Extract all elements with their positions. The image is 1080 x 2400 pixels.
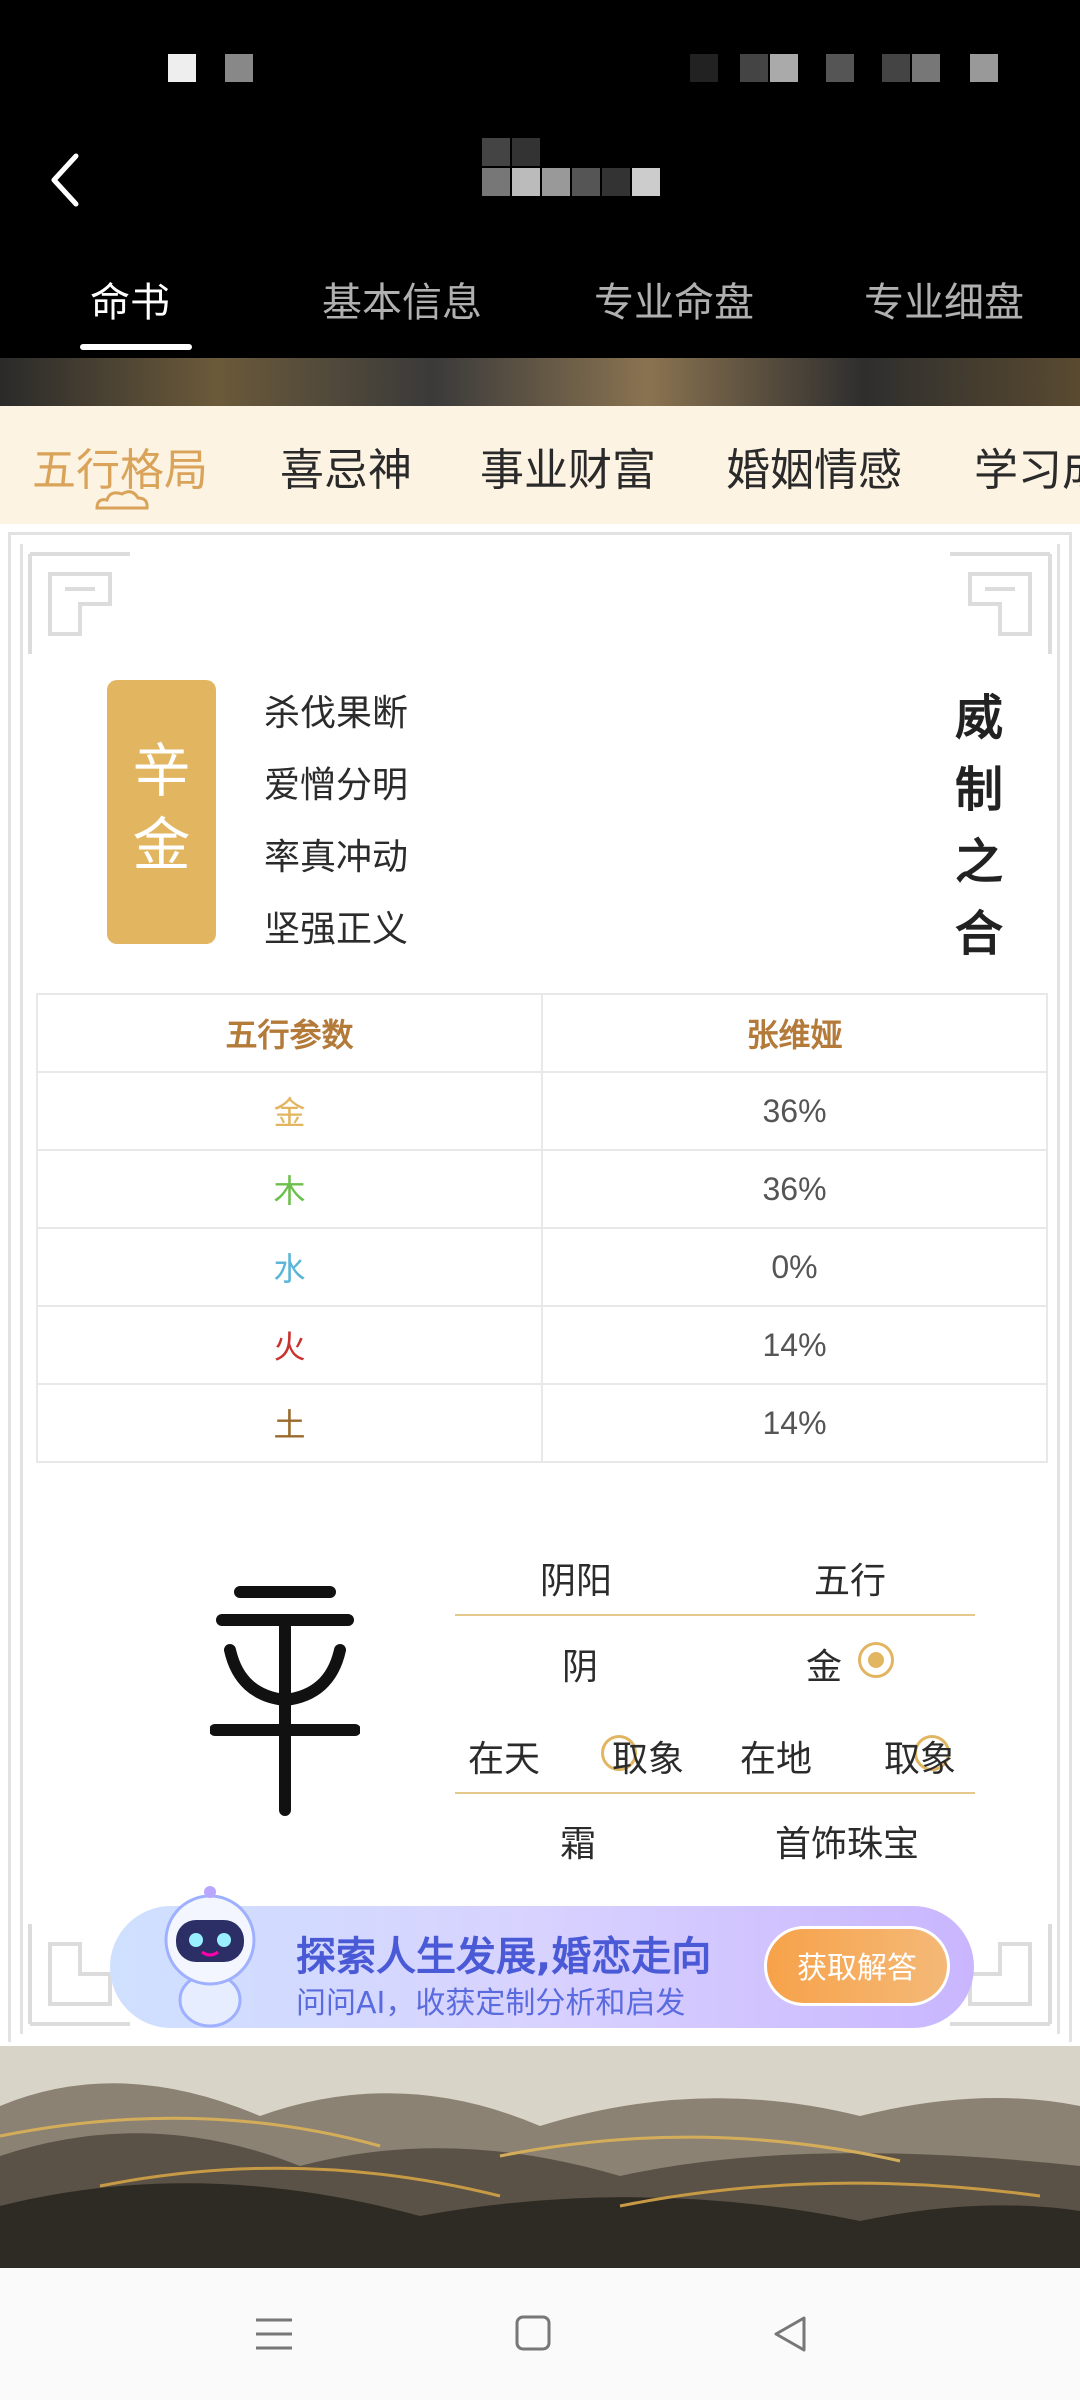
- home-icon[interactable]: [514, 2314, 552, 2352]
- table-row: 水 0%: [36, 1227, 1048, 1307]
- element-cell: 水: [36, 1227, 543, 1307]
- corner-ornament: [28, 552, 130, 654]
- subtab-xijishen[interactable]: 喜忌神: [280, 434, 412, 498]
- element-cell: 木: [36, 1149, 543, 1229]
- ai-banner-title: 探索人生发展,婚恋走向: [296, 1934, 712, 1980]
- menu-icon[interactable]: [254, 2314, 294, 2354]
- subtab-career[interactable]: 事业财富: [480, 434, 656, 498]
- divider: [455, 1792, 975, 1794]
- seal-char: 制: [954, 762, 1003, 818]
- tab-pro-detail[interactable]: 专业细盘: [864, 270, 1024, 328]
- badge-char: 金: [132, 811, 191, 879]
- column-header: 五行参数: [36, 993, 543, 1073]
- percent-cell: 0%: [541, 1227, 1048, 1307]
- status-icon: [770, 54, 798, 82]
- table-row: 火 14%: [36, 1305, 1048, 1385]
- tab-basic-info[interactable]: 基本信息: [322, 270, 482, 328]
- system-nav-bar: [0, 2268, 1080, 2400]
- sky-action[interactable]: 取象: [612, 1730, 684, 1782]
- sub-tabs: 五行格局 喜忌神 事业财富 婚姻情感 学习成: [0, 406, 1080, 524]
- decorative-strip: [0, 358, 1080, 406]
- status-icon: [826, 54, 854, 82]
- trait-text: 坚强正义: [264, 909, 409, 950]
- column-header: 张维娅: [541, 993, 1048, 1073]
- table-row: 金 36%: [36, 1071, 1048, 1151]
- trait-text: 杀伐果断: [264, 693, 409, 734]
- status-icon: [690, 54, 718, 82]
- corner-ornament: [950, 552, 1052, 654]
- subtab-study[interactable]: 学习成: [974, 434, 1080, 498]
- divider: [455, 1614, 975, 1616]
- trait-text: 率真冲动: [264, 837, 409, 878]
- main-tabs: 命书 基本信息 专业命盘 专业细盘: [0, 258, 1080, 358]
- status-icon: [168, 54, 196, 82]
- active-tab-indicator: [80, 344, 192, 350]
- landscape-painting: [0, 2046, 1080, 2268]
- get-answer-button[interactable]: 获取解答: [764, 1926, 950, 2006]
- sky-label: 在天: [468, 1739, 541, 1780]
- status-icon: [225, 54, 253, 82]
- yinyang-value: 阴: [562, 1647, 599, 1688]
- earth-label: 在地: [740, 1739, 813, 1780]
- badge-char: 辛: [132, 737, 191, 805]
- back-nav-icon[interactable]: [770, 2314, 810, 2354]
- status-icon: [882, 54, 910, 82]
- table-header-row: 五行参数 张维娅: [36, 993, 1048, 1073]
- table-row: 土 14%: [36, 1383, 1048, 1463]
- tab-pro-chart[interactable]: 专业命盘: [594, 270, 754, 328]
- status-icon: [912, 54, 940, 82]
- ai-banner-subtitle: 问问AI，收获定制分析和启发: [296, 1986, 686, 2021]
- wuxing-radio[interactable]: [858, 1642, 894, 1678]
- yinyang-label: 阴阳: [540, 1561, 613, 1602]
- day-master-badge: 辛 金: [107, 680, 216, 944]
- table-row: 木 36%: [36, 1149, 1048, 1229]
- seal-char: 之: [954, 834, 1003, 890]
- robot-icon: [164, 1886, 256, 2028]
- percent-cell: 14%: [541, 1305, 1048, 1385]
- percent-cell: 36%: [541, 1071, 1048, 1151]
- seal-char: 威: [954, 690, 1003, 746]
- status-icon: [740, 54, 768, 82]
- element-cell: 火: [36, 1305, 543, 1385]
- cloud-icon: [95, 490, 149, 510]
- tab-mingshu[interactable]: 命书: [90, 270, 170, 328]
- subtab-marriage[interactable]: 婚姻情感: [726, 434, 902, 498]
- percent-cell: 36%: [541, 1149, 1048, 1229]
- sky-value: 霜: [560, 1824, 597, 1865]
- percent-cell: 14%: [541, 1383, 1048, 1463]
- earth-value: 首饰珠宝: [775, 1824, 920, 1865]
- status-icon: [970, 54, 998, 82]
- wuxing-label: 五行: [814, 1561, 887, 1602]
- seal-script-character-icon: [210, 1586, 360, 1816]
- top-bar: 命书 基本信息 专业命盘 专业细盘: [0, 0, 1080, 358]
- back-arrow-icon[interactable]: [46, 150, 86, 210]
- element-cell: 金: [36, 1071, 543, 1151]
- element-cell: 土: [36, 1383, 543, 1463]
- earth-action[interactable]: 取象: [884, 1730, 956, 1782]
- trait-text: 爱憎分明: [264, 765, 409, 806]
- wuxing-table: 五行参数 张维娅 金 36% 木 36% 水 0% 火 14% 土 14%: [36, 993, 1048, 1463]
- wuxing-value: 金: [806, 1647, 843, 1688]
- seal-char: 合: [954, 906, 1003, 962]
